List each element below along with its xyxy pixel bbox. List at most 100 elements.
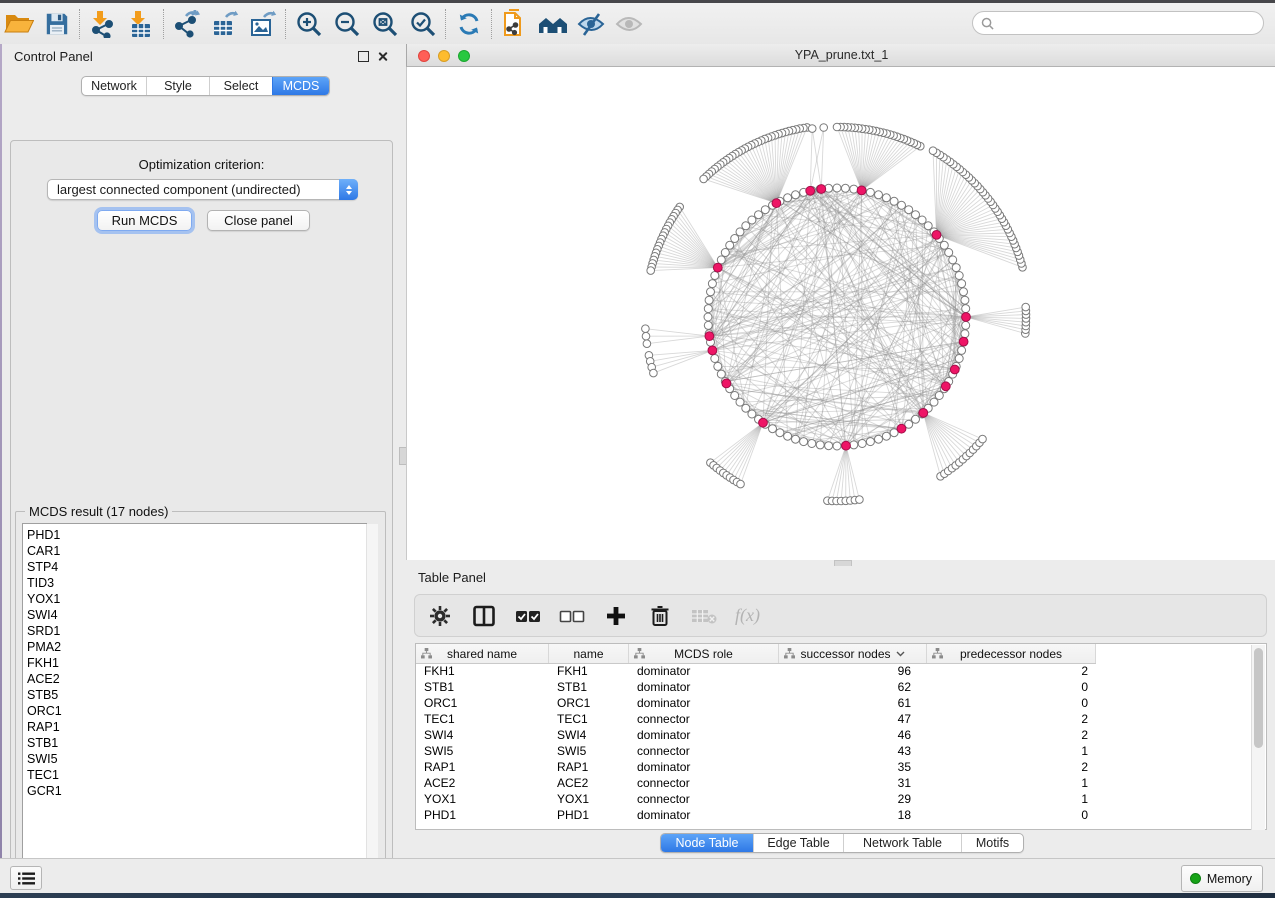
control-panel-title: Control Panel (14, 49, 93, 64)
table-cell: 0 (927, 695, 1096, 711)
mcds-result-item[interactable]: TID3 (27, 575, 366, 591)
mcds-result-item[interactable]: SWI4 (27, 607, 366, 623)
column-header-successor-nodes[interactable]: successor nodes (779, 644, 927, 663)
select-all-icon[interactable] (515, 603, 541, 629)
table-cell: dominator (629, 727, 779, 743)
export-table-icon[interactable] (206, 7, 244, 41)
settings-gear-icon[interactable] (427, 603, 453, 629)
show-all-networks-icon[interactable] (534, 7, 572, 41)
tab-network[interactable]: Network (82, 77, 146, 95)
toolbar-separator (285, 9, 287, 39)
control-panel-tabs: NetworkStyleSelectMCDS (81, 76, 330, 96)
table-toolbar: f(x) (414, 594, 1267, 637)
table-cell: 61 (779, 695, 927, 711)
float-panel-icon[interactable] (358, 51, 369, 62)
hide-selected-icon[interactable] (572, 7, 610, 41)
mcds-result-item[interactable]: STB1 (27, 735, 366, 751)
export-network-icon[interactable] (168, 7, 206, 41)
column-header-label: shared name (447, 647, 517, 661)
run-mcds-button[interactable]: Run MCDS (97, 210, 192, 231)
search-input[interactable] (999, 15, 1263, 31)
optimization-criterion-select[interactable]: largest connected component (undirected) (47, 179, 358, 200)
save-session-icon[interactable] (38, 7, 76, 41)
table-row[interactable]: TEC1TEC1connector472 (416, 711, 1252, 727)
tab-motifs[interactable]: Motifs (961, 834, 1023, 852)
table-row[interactable]: SWI5SWI5connector431 (416, 743, 1252, 759)
column-header-name[interactable]: name (549, 644, 629, 663)
delete-columns-icon[interactable] (647, 603, 673, 629)
import-table-icon[interactable] (122, 7, 160, 41)
close-panel-icon[interactable] (377, 51, 388, 62)
add-column-icon[interactable] (603, 603, 629, 629)
table-body: FKH1FKH1dominator962STB1STB1dominator620… (416, 663, 1252, 823)
table-row[interactable]: ACE2ACE2connector311 (416, 775, 1252, 791)
table-panel-tabs: Node TableEdge TableNetwork TableMotifs (660, 833, 1024, 853)
tab-select[interactable]: Select (209, 77, 272, 95)
mcds-result-scrollbar[interactable] (366, 524, 378, 868)
table-row[interactable]: YOX1YOX1connector291 (416, 791, 1252, 807)
table-cell: PHD1 (416, 807, 549, 823)
mcds-result-item[interactable]: CAR1 (27, 543, 366, 559)
mcds-result-item[interactable]: YOX1 (27, 591, 366, 607)
tab-mcds[interactable]: MCDS (272, 77, 329, 95)
mcds-result-item[interactable]: PHD1 (27, 527, 366, 543)
column-type-icon (784, 648, 795, 659)
table-cell: 43 (779, 743, 927, 759)
table-row[interactable]: SWI4SWI4dominator462 (416, 727, 1252, 743)
zoom-fit-icon[interactable] (366, 7, 404, 41)
table-cell: 46 (779, 727, 927, 743)
tab-network-table[interactable]: Network Table (843, 834, 961, 852)
table-cell: dominator (629, 807, 779, 823)
mcds-result-item[interactable]: FKH1 (27, 655, 366, 671)
task-history-button[interactable] (10, 866, 42, 890)
node-table[interactable]: shared name nameMCDS rolesuccessor nodesp… (415, 643, 1267, 830)
mcds-result-item[interactable]: RAP1 (27, 719, 366, 735)
refresh-icon[interactable] (450, 7, 488, 41)
table-scrollbar[interactable] (1251, 645, 1265, 830)
network-graph[interactable] (407, 67, 1275, 560)
table-row[interactable]: RAP1RAP1dominator352 (416, 759, 1252, 775)
toggle-panel-columns-icon[interactable] (471, 603, 497, 629)
tab-node-table[interactable]: Node Table (661, 834, 753, 852)
table-cell: ACE2 (416, 775, 549, 791)
deselect-all-icon[interactable] (559, 603, 585, 629)
table-row[interactable]: PHD1PHD1dominator180 (416, 807, 1252, 823)
table-panel: Table Panel f(x) shared namenameMCDS rol… (406, 566, 1275, 858)
tab-style[interactable]: Style (146, 77, 209, 95)
mcds-result-item[interactable]: ORC1 (27, 703, 366, 719)
export-image-icon[interactable] (244, 7, 282, 41)
network-window-title: YPA_prune.txt_1 (407, 48, 1275, 62)
new-network-from-selection-icon[interactable] (496, 7, 534, 41)
mcds-result-item[interactable]: STB5 (27, 687, 366, 703)
mcds-result-item[interactable]: PMA2 (27, 639, 366, 655)
show-hidden-icon[interactable] (610, 7, 648, 41)
network-view-window: YPA_prune.txt_1 (406, 44, 1275, 560)
table-cell: connector (629, 791, 779, 807)
mcds-result-list[interactable]: PHD1CAR1STP4TID3YOX1SWI4SRD1PMA2FKH1ACE2… (22, 523, 367, 869)
mcds-result-item[interactable]: ACE2 (27, 671, 366, 687)
mcds-result-item[interactable]: TEC1 (27, 767, 366, 783)
table-row[interactable]: ORC1ORC1dominator610 (416, 695, 1252, 711)
close-panel-button[interactable]: Close panel (207, 210, 310, 231)
column-header-MCDS-role[interactable]: MCDS role (629, 644, 779, 663)
table-row[interactable]: STB1STB1dominator620 (416, 679, 1252, 695)
memory-button[interactable]: Memory (1181, 865, 1263, 892)
mcds-result-item[interactable]: SWI5 (27, 751, 366, 767)
search-field[interactable] (972, 11, 1264, 35)
scrollbar-thumb[interactable] (1254, 648, 1263, 748)
import-network-icon[interactable] (84, 7, 122, 41)
mcds-result-group: MCDS result (17 nodes) PHD1CAR1STP4TID3Y… (15, 511, 386, 882)
mcds-result-item[interactable]: STP4 (27, 559, 366, 575)
mcds-result-item[interactable]: GCR1 (27, 783, 366, 799)
column-header-shared-name[interactable]: shared name (416, 644, 549, 663)
column-header-predecessor-nodes[interactable]: predecessor nodes (927, 644, 1096, 663)
open-session-icon[interactable] (0, 7, 38, 41)
tab-edge-table[interactable]: Edge Table (753, 834, 843, 852)
zoom-in-icon[interactable] (290, 7, 328, 41)
mcds-result-item[interactable]: SRD1 (27, 623, 366, 639)
network-canvas[interactable] (406, 67, 1275, 560)
vertical-splitter[interactable] (398, 44, 406, 560)
table-row[interactable]: FKH1FKH1dominator962 (416, 663, 1252, 679)
zoom-selected-icon[interactable] (404, 7, 442, 41)
zoom-out-icon[interactable] (328, 7, 366, 41)
